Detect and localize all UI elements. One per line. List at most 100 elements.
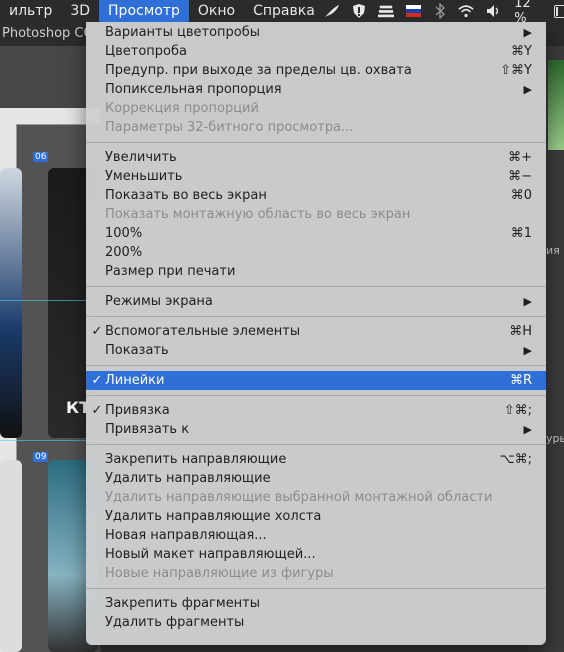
menu-item-label: Коррекция пропорций (105, 101, 259, 116)
battery-fill (555, 6, 559, 16)
menu-separator (86, 365, 546, 366)
menu-separator (86, 588, 546, 589)
battery-percent: 12 % (514, 0, 531, 26)
menu-separator (86, 316, 546, 317)
menu-item-label: Удалить фрагменты (105, 615, 245, 630)
menu-window[interactable]: Окно (189, 0, 244, 22)
submenu-arrow-icon: ▶ (523, 83, 532, 96)
menu-item-label: Привязать к (105, 422, 190, 437)
menu-item-label: Увеличить (105, 150, 177, 165)
menu-item-shortcut: ⌘+ (508, 150, 532, 165)
checkmark-icon: ✓ (91, 373, 103, 388)
shield-icon[interactable] (352, 3, 366, 19)
menu-separator (86, 395, 546, 396)
menu-item-label: Удалить направляющие выбранной монтажной… (105, 490, 493, 505)
menu-item[interactable]: 200% (86, 243, 546, 262)
wifi-icon[interactable] (458, 3, 474, 19)
battery-icon[interactable] (553, 4, 564, 18)
bluetooth-icon[interactable] (433, 3, 446, 19)
menu-help[interactable]: Справка (244, 0, 324, 22)
menu-item-shortcut: ⌘− (508, 169, 532, 184)
guide-line[interactable] (0, 300, 100, 301)
menu-item[interactable]: Удалить фрагменты (86, 613, 546, 632)
menu-filter[interactable]: ильтр (0, 0, 61, 22)
menu-item-label: Удалить направляющие холста (105, 509, 322, 524)
artboard-label[interactable]: 06 (33, 152, 49, 162)
app-title: Photoshop CC (2, 26, 93, 41)
submenu-arrow-icon: ▶ (523, 295, 532, 308)
menu-item[interactable]: Новый макет направляющей... (86, 545, 546, 564)
menu-item[interactable]: Показать ▶ (86, 341, 546, 360)
menu-item[interactable]: 100% ⌘1 (86, 224, 546, 243)
menu-item[interactable]: Режимы экрана ▶ (86, 292, 546, 311)
menu-item-shortcut: ⌘0 (510, 188, 532, 203)
menu-3d[interactable]: 3D (61, 0, 99, 22)
menu-view[interactable]: Просмотр (99, 0, 189, 22)
artboard-label[interactable]: 09 (33, 452, 49, 462)
status-area: 12 % (324, 0, 564, 26)
menu-item: Параметры 32-битного просмотра... (86, 118, 546, 137)
menu-item[interactable]: Привязать к ▶ (86, 420, 546, 439)
color-preview (548, 60, 564, 150)
menu-item-shortcut: ⇧⌘; (503, 403, 532, 418)
menu-item[interactable]: ✓ Линейки ⌘R (86, 371, 546, 390)
artboard[interactable] (0, 168, 22, 438)
menu-item[interactable]: Показать во весь экран ⌘0 (86, 186, 546, 205)
menu-item-shortcut: ⌘H (509, 324, 532, 339)
menu-item-shortcut: ⌘R (509, 373, 532, 388)
submenu-arrow-icon: ▶ (523, 344, 532, 357)
menu-item[interactable]: Уменьшить ⌘− (86, 167, 546, 186)
menu-bar: ильтр 3D Просмотр Окно Справка 12 % (0, 0, 564, 26)
checkmark-icon: ✓ (91, 324, 103, 339)
menu-item-label: Новая направляющая... (105, 528, 267, 543)
menu-item-label: Цветопроба (105, 44, 187, 59)
menu-item[interactable]: Размер при печати (86, 262, 546, 281)
menu-item-label: Уменьшить (105, 169, 183, 184)
menu-item[interactable]: ✓ Вспомогательные элементы ⌘H (86, 322, 546, 341)
panel-label: уры (546, 432, 564, 445)
menu-item[interactable]: Предупр. при выходе за пределы цв. охват… (86, 61, 546, 80)
menu-item: Новые направляющие из фигуры (86, 564, 546, 583)
menu-item: Коррекция пропорций (86, 99, 546, 118)
horizontal-ruler[interactable] (0, 108, 100, 125)
menu-item-label: Показать (105, 343, 169, 358)
checkmark-icon: ✓ (91, 403, 103, 418)
menu-item-label: 100% (105, 226, 143, 241)
menu-separator (86, 444, 546, 445)
menu-item[interactable]: Закрепить направляющие ⌥⌘; (86, 450, 546, 469)
menu-item[interactable]: Удалить направляющие (86, 469, 546, 488)
menu-item-label: Закрепить фрагменты (105, 596, 261, 611)
feather-icon[interactable] (324, 3, 340, 19)
menu-item-label: Размер при печати (105, 264, 236, 279)
flag-ru-icon[interactable] (405, 5, 421, 17)
artboard[interactable] (0, 460, 22, 652)
menu-item-label: Попиксельная пропорция (105, 82, 282, 97)
menu-item[interactable]: Удалить направляющие холста (86, 507, 546, 526)
menu-item[interactable]: Закрепить фрагменты (86, 594, 546, 613)
menu-item[interactable]: Попиксельная пропорция ▶ (86, 80, 546, 99)
menu-item-label: Показать монтажную область во весь экран (105, 207, 411, 222)
panel-label: ия (546, 244, 560, 257)
menu-item-shortcut: ⌘Y (511, 44, 532, 59)
menu-item-label: Новые направляющие из фигуры (105, 566, 334, 581)
menu-item-label: Предупр. при выходе за пределы цв. охват… (105, 63, 412, 78)
menu-item: Удалить направляющие выбранной монтажной… (86, 488, 546, 507)
menu-item[interactable]: Цветопроба ⌘Y (86, 42, 546, 61)
volume-icon[interactable] (486, 3, 502, 19)
menu-item-shortcut: ⌥⌘; (499, 452, 532, 467)
menu-item[interactable]: Увеличить ⌘+ (86, 148, 546, 167)
stack-icon[interactable] (377, 3, 394, 19)
menu-item-label: Удалить направляющие (105, 471, 271, 486)
guide-line[interactable] (0, 440, 100, 441)
menu-item-label: Новый макет направляющей... (105, 547, 316, 562)
menu-item-label: Вспомогательные элементы (105, 324, 301, 339)
view-menu-dropdown: Варианты цветопробы ▶ Цветопроба ⌘Y Предупр.… (86, 22, 546, 645)
menu-item: Показать монтажную область во весь экран (86, 205, 546, 224)
menu-item[interactable]: Новая направляющая... (86, 526, 546, 545)
menu-item-shortcut: ⇧⌘Y (500, 63, 532, 78)
menu-item-label: Привязка (105, 403, 170, 418)
menu-separator (86, 286, 546, 287)
menu-item-label: 200% (105, 245, 143, 260)
menu-separator (86, 142, 546, 143)
menu-item[interactable]: ✓ Привязка ⇧⌘; (86, 401, 546, 420)
